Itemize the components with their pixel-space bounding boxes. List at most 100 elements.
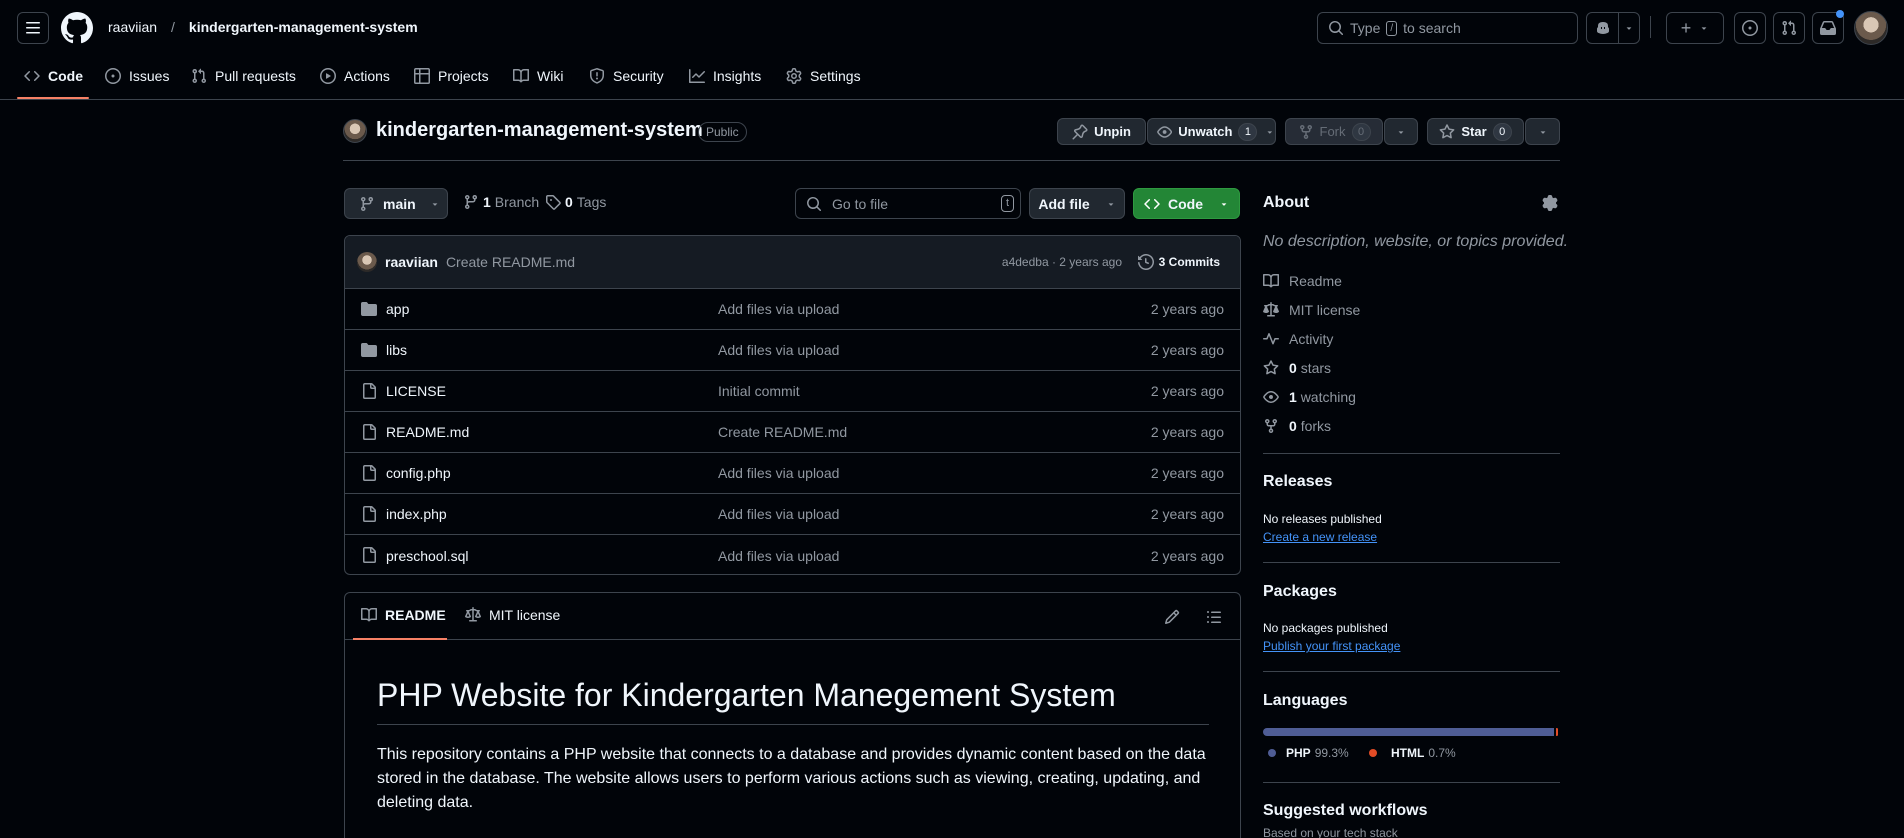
file-commit-message[interactable]: Add files via upload xyxy=(718,465,839,481)
tab-security[interactable]: Security xyxy=(589,64,664,88)
commit-message[interactable]: Create README.md xyxy=(446,254,575,270)
language-name: PHP xyxy=(1286,746,1311,760)
copilot-button[interactable] xyxy=(1587,13,1619,43)
file-row[interactable]: app Add files via upload 2 years ago xyxy=(345,289,1240,330)
file-commit-message[interactable]: Initial commit xyxy=(718,383,800,399)
owner-link[interactable]: raaviian xyxy=(108,19,157,35)
unwatch-button[interactable]: Unwatch 1 xyxy=(1147,118,1276,145)
star-button[interactable]: Star 0 xyxy=(1427,118,1524,145)
file-commit-message[interactable]: Add files via upload xyxy=(718,301,839,317)
license-link[interactable]: MIT license xyxy=(1263,302,1360,318)
create-release-link[interactable]: Create a new release xyxy=(1263,530,1377,544)
user-avatar[interactable] xyxy=(1854,11,1888,45)
language-color-dot xyxy=(1268,749,1276,757)
file-row[interactable]: preschool.sql Add files via upload 2 years… xyxy=(345,535,1240,574)
file-row[interactable]: libs Add files via upload 2 years ago xyxy=(345,330,1240,371)
commits-count: 3 Commits xyxy=(1158,255,1220,269)
file-directory-icon xyxy=(361,343,377,357)
readme-link[interactable]: Readme xyxy=(1263,273,1342,289)
repo-title[interactable]: kindergarten-management-system xyxy=(376,119,703,142)
add-file-label: Add file xyxy=(1038,195,1090,212)
git-pull-request-icon xyxy=(1782,20,1797,36)
outline-button[interactable] xyxy=(1202,605,1226,629)
fork-dropdown[interactable] xyxy=(1384,118,1418,145)
fork-counter: 0 xyxy=(1351,122,1371,141)
file-name[interactable]: libs xyxy=(386,342,407,358)
create-new-button[interactable]: + xyxy=(1666,12,1724,44)
edit-about-button[interactable] xyxy=(1542,195,1558,211)
activity-link-label: Activity xyxy=(1289,331,1334,347)
tab-wiki[interactable]: Wiki xyxy=(513,64,563,88)
code-button-label: Code xyxy=(1168,195,1203,212)
file-row[interactable]: LICENSE Initial commit 2 years ago xyxy=(345,371,1240,412)
packages-heading[interactable]: Packages xyxy=(1263,583,1337,601)
file-commit-message[interactable]: Add files via upload xyxy=(718,548,839,564)
forks-link[interactable]: 0 forks xyxy=(1263,418,1331,434)
menu-button[interactable] xyxy=(17,12,49,44)
file-row[interactable]: config.php Add files via upload 2 years ag… xyxy=(345,453,1240,494)
repo-owner-avatar[interactable] xyxy=(343,119,367,143)
add-file-button[interactable]: Add file xyxy=(1029,188,1125,219)
publish-package-link[interactable]: Publish your first package xyxy=(1263,639,1400,653)
language-item-php[interactable]: PHP 99.3% xyxy=(1268,746,1349,760)
code-dropdown-button[interactable]: Code xyxy=(1133,188,1240,219)
file-name[interactable]: config.php xyxy=(386,465,451,481)
tab-code[interactable]: Code xyxy=(24,64,83,88)
visibility-badge: Public xyxy=(698,122,747,142)
tag-count: 0 xyxy=(565,194,573,210)
issues-button[interactable] xyxy=(1734,12,1766,44)
star-counter: 0 xyxy=(1492,122,1512,141)
branches-link[interactable]: 1 Branch xyxy=(463,194,539,210)
edit-readme-button[interactable] xyxy=(1160,605,1184,629)
tab-settings[interactable]: Settings xyxy=(786,64,861,88)
tab-issues-label: Issues xyxy=(129,68,170,84)
tab-readme[interactable]: README xyxy=(361,607,446,623)
branch-selector[interactable]: main xyxy=(344,188,448,219)
commits-link[interactable]: 3 Commits xyxy=(1137,254,1220,270)
repo-link[interactable]: kindergarten-management-system xyxy=(189,19,418,35)
fork-button[interactable]: Fork 0 xyxy=(1285,118,1383,145)
commit-author-avatar[interactable] xyxy=(357,252,377,272)
packages-text: No packages published xyxy=(1263,621,1388,635)
copilot-dropdown[interactable] xyxy=(1619,23,1639,33)
tab-insights[interactable]: Insights xyxy=(689,64,761,88)
file-name[interactable]: index.php xyxy=(386,506,447,522)
watching-link[interactable]: 1 watching xyxy=(1263,389,1356,405)
stars-count: 0 xyxy=(1289,360,1297,376)
file-name[interactable]: app xyxy=(386,301,409,317)
file-list: app Add files via upload 2 years ago libs Ad… xyxy=(345,289,1240,574)
file-commit-message[interactable]: Create README.md xyxy=(718,424,847,440)
file-row[interactable]: index.php Add files via upload 2 years ago xyxy=(345,494,1240,535)
commit-sha-time[interactable]: a4dedba · 2 years ago xyxy=(1002,255,1122,269)
search-suffix: to search xyxy=(1403,20,1461,36)
file-commit-message[interactable]: Add files via upload xyxy=(718,342,839,358)
file-name[interactable]: README.md xyxy=(386,424,469,440)
releases-text: No releases published xyxy=(1263,512,1382,526)
workflows-subtext: Based on your tech stack xyxy=(1263,826,1398,838)
file-commit-message[interactable]: Add files via upload xyxy=(718,506,839,522)
tags-link[interactable]: 0 Tags xyxy=(545,194,606,210)
readme-title-divider xyxy=(377,724,1209,725)
tab-mit-license[interactable]: MIT license xyxy=(465,607,560,623)
file-row[interactable]: README.md Create README.md 2 years ago xyxy=(345,412,1240,453)
unpin-button[interactable]: Unpin xyxy=(1057,118,1146,145)
go-to-file-input[interactable]: Go to file t xyxy=(795,188,1021,219)
tab-actions[interactable]: Actions xyxy=(320,64,390,88)
language-item-html[interactable]: HTML 0.7% xyxy=(1369,746,1456,760)
language-name: HTML xyxy=(1391,746,1425,760)
file-commit-date: 2 years ago xyxy=(1150,506,1224,522)
tab-projects[interactable]: Projects xyxy=(414,64,489,88)
star-dropdown[interactable] xyxy=(1525,118,1560,145)
github-logo[interactable] xyxy=(61,12,93,44)
stars-link[interactable]: 0 stars xyxy=(1263,360,1331,376)
commit-author[interactable]: raaviian xyxy=(385,254,438,270)
file-name[interactable]: preschool.sql xyxy=(386,548,469,564)
activity-link[interactable]: Activity xyxy=(1263,331,1333,347)
releases-heading[interactable]: Releases xyxy=(1263,473,1332,491)
tab-issues[interactable]: Issues xyxy=(105,64,169,88)
tab-pull-requests[interactable]: Pull requests xyxy=(191,64,296,88)
pull-requests-button[interactable] xyxy=(1773,12,1805,44)
global-search-input[interactable]: Type / to search xyxy=(1317,12,1578,44)
tab-actions-label: Actions xyxy=(344,68,390,84)
file-name[interactable]: LICENSE xyxy=(386,383,446,399)
